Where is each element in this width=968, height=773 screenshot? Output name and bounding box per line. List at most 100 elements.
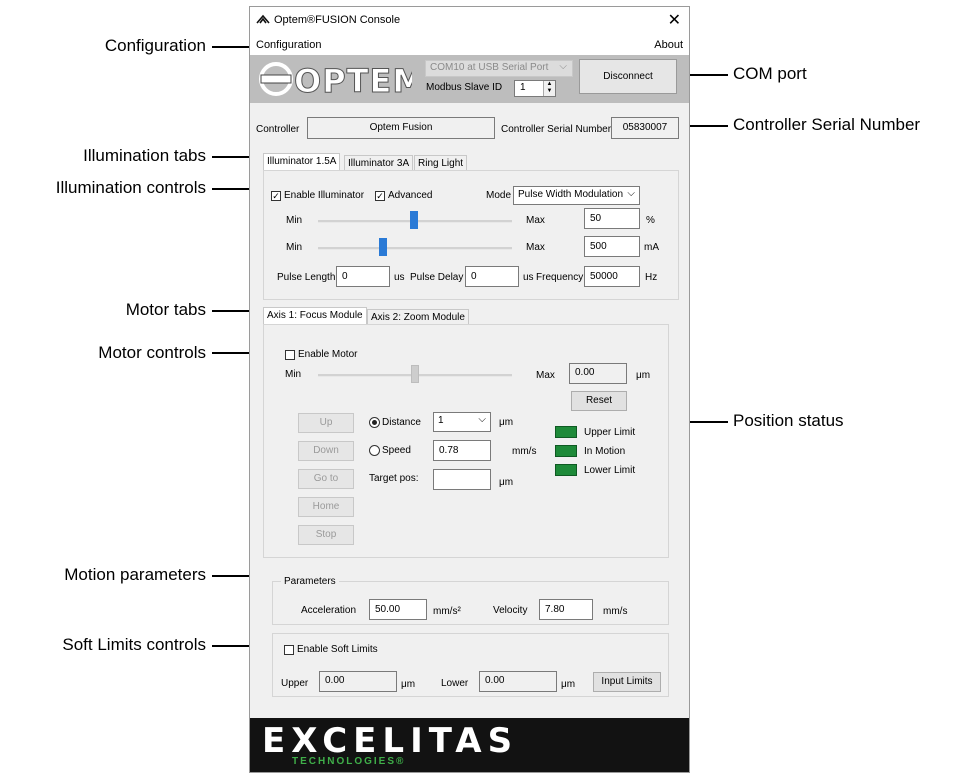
mode-select[interactable]: Pulse Width Modulation ⌵ [513, 186, 640, 205]
lower-limit-field[interactable]: 0.00 [479, 671, 557, 692]
distance-radio[interactable] [369, 417, 380, 428]
pulse-length-label: Pulse Length [277, 272, 336, 283]
pulse-length-unit: us [394, 272, 405, 283]
max-label: Max [526, 242, 545, 253]
enable-motor-label: Enable Motor [298, 349, 358, 360]
speed-label: Speed [382, 445, 411, 456]
window-title: Optem®FUSION Console [274, 14, 401, 26]
spin-arrows-icon[interactable]: ▲ ▼ [543, 81, 555, 96]
intensity-percent-input[interactable]: 50 [584, 208, 640, 229]
connection-header: OPTEM COM10 at USB Serial Port ⌵ Modbus … [250, 55, 689, 103]
chevron-down-icon: ⌵ [627, 188, 635, 199]
percent-unit: % [646, 215, 655, 226]
reset-button[interactable]: Reset [571, 391, 627, 411]
input-limits-button[interactable]: Input Limits [593, 672, 661, 692]
acceleration-input[interactable]: 50.00 [369, 599, 427, 620]
slave-id-value: 1 [520, 82, 526, 93]
min-label: Min [285, 369, 302, 380]
ma-unit: mA [644, 242, 659, 253]
velocity-input[interactable]: 7.80 [539, 599, 593, 620]
callout-com-port: COM port [733, 64, 807, 83]
callout-illumination-controls: Illumination controls [55, 178, 206, 197]
title-bar: Optem®FUSION Console ✕ [250, 7, 689, 35]
velocity-unit: mm/s [603, 606, 628, 617]
logo-text: OPTEM [294, 62, 412, 97]
menu-bar: Configuration About [250, 37, 689, 55]
min-label: Min [286, 242, 303, 253]
com-port-select[interactable]: COM10 at USB Serial Port ⌵ [425, 60, 573, 77]
go-to-button[interactable]: Go to [298, 469, 354, 489]
pulse-delay-unit: us [523, 272, 534, 283]
lower-unit: μm [561, 679, 576, 690]
current-slider-track[interactable] [318, 247, 512, 250]
frequency-input[interactable]: 50000 [584, 266, 640, 287]
min-label: Min [286, 215, 303, 226]
current-slider-thumb[interactable] [379, 238, 387, 256]
callout-motor-controls: Motor controls [98, 343, 206, 362]
parameters-title: Parameters [281, 576, 339, 587]
in-motion-led [555, 445, 577, 457]
mode-label: Mode [486, 190, 512, 201]
home-button[interactable]: Home [298, 497, 354, 517]
distance-value: 1 [438, 415, 444, 426]
tab-ring-light[interactable]: Ring Light [414, 155, 468, 171]
distance-label: Distance [382, 417, 421, 428]
pulse-delay-input[interactable]: 0 [465, 266, 519, 287]
position-field: 0.00 [569, 363, 627, 384]
down-button[interactable]: Down [298, 441, 354, 461]
tab-axis-1-focus[interactable]: Axis 1: Focus Module [263, 307, 367, 325]
enable-soft-limits-label: Enable Soft Limits [297, 644, 378, 655]
lower-label: Lower [441, 678, 469, 689]
pulse-length-input[interactable]: 0 [336, 266, 390, 287]
speed-input[interactable]: 0.78 [433, 440, 491, 461]
menu-about[interactable]: About [654, 39, 683, 51]
target-pos-input[interactable] [433, 469, 491, 490]
stop-button[interactable]: Stop [298, 525, 354, 545]
callout-configuration: Configuration [104, 36, 206, 55]
illumination-panel: ✓ Enable Illuminator ✓ Advanced Mode Pul… [263, 170, 679, 300]
tab-illuminator-3a[interactable]: Illuminator 3A [344, 155, 414, 171]
upper-unit: μm [401, 679, 416, 690]
lower-limit-label: Lower Limit [584, 465, 636, 476]
disconnect-button[interactable]: Disconnect [579, 59, 677, 94]
brand-footer: EXCELITAS TECHNOLOGIES® [250, 718, 689, 772]
upper-limit-led [555, 426, 577, 438]
current-ma-input[interactable]: 500 [584, 236, 640, 257]
distance-select[interactable]: 1 ⌵ [433, 412, 491, 432]
menu-configuration[interactable]: Configuration [256, 39, 321, 51]
in-motion-label: In Motion [584, 446, 626, 457]
upper-label: Upper [281, 678, 309, 689]
callout-line [212, 46, 254, 48]
target-pos-unit: μm [499, 477, 514, 488]
serial-field: 05830007 [611, 117, 679, 139]
excelitas-logo: EXCELITAS [262, 721, 519, 761]
tab-illuminator-1-5a[interactable]: Illuminator 1.5A [263, 153, 341, 171]
position-slider-thumb [411, 365, 419, 383]
tab-axis-2-zoom[interactable]: Axis 2: Zoom Module [367, 309, 469, 325]
up-button[interactable]: Up [298, 413, 354, 433]
callout-controller-serial: Controller Serial Number [733, 115, 921, 134]
lower-limit-led [555, 464, 577, 476]
enable-illuminator-checkbox[interactable]: ✓ [271, 191, 281, 201]
controller-field: Optem Fusion [307, 117, 495, 139]
speed-radio[interactable] [369, 445, 380, 456]
callout-motion-parameters: Motion parameters [64, 565, 206, 584]
pulse-delay-label: Pulse Delay [410, 272, 464, 283]
slave-id-spinner[interactable]: 1 ▲ ▼ [514, 80, 556, 97]
upper-limit-label: Upper Limit [584, 427, 636, 438]
close-icon[interactable]: ✕ [668, 10, 681, 30]
position-unit: μm [636, 370, 651, 381]
advanced-checkbox[interactable]: ✓ [375, 191, 385, 201]
soft-limits-group: Enable Soft Limits Upper 0.00 μm Lower 0… [272, 633, 669, 697]
callout-soft-limits-controls: Soft Limits controls [62, 635, 206, 654]
enable-soft-limits-checkbox[interactable] [284, 645, 294, 655]
frequency-label: Frequency [536, 272, 584, 283]
intensity-slider-thumb[interactable] [410, 211, 418, 229]
slave-id-label: Modbus Slave ID [426, 82, 503, 93]
main-body: Controller Optem Fusion Controller Seria… [250, 103, 689, 718]
acceleration-unit: mm/s² [433, 606, 461, 617]
enable-motor-checkbox[interactable] [285, 350, 295, 360]
upper-limit-field[interactable]: 0.00 [319, 671, 397, 692]
acceleration-label: Acceleration [301, 605, 357, 616]
advanced-label: Advanced [388, 190, 433, 201]
